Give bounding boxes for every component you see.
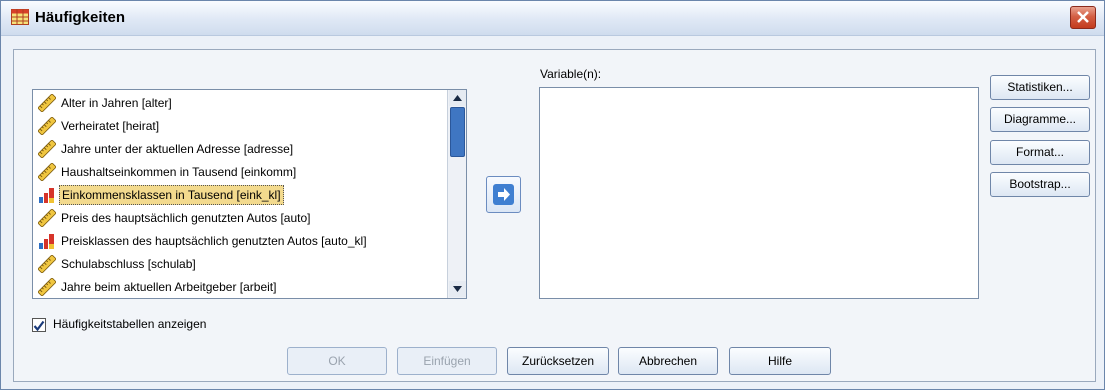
target-variable-list[interactable] [539, 87, 979, 299]
list-item[interactable]: Preisklassen des hauptsächlich genutzten… [35, 230, 445, 252]
ordinal-bars-icon [38, 186, 56, 204]
help-button[interactable]: Hilfe [729, 347, 831, 375]
list-item[interactable]: Alter in Jahren [alter] [35, 92, 445, 114]
title-bar[interactable]: Häufigkeiten [1, 1, 1104, 36]
list-item-label: Jahre unter der aktuellen Adresse [adres… [61, 142, 294, 156]
dialog-title: Häufigkeiten [35, 9, 126, 26]
source-variable-list[interactable]: Alter in Jahren [alter] Verheiratet [heir… [32, 89, 467, 299]
statistics-button[interactable]: Statistiken... [990, 75, 1090, 100]
show-frequency-tables-label: Häufigkeitstabellen anzeigen [53, 317, 207, 331]
ok-button[interactable]: OK [287, 347, 387, 375]
format-button[interactable]: Format... [990, 140, 1090, 165]
scroll-down-button[interactable] [449, 281, 466, 297]
scroll-up-button[interactable] [449, 90, 466, 106]
list-item-label: Jahre beim aktuellen Arbeitgeber [arbeit… [61, 280, 277, 294]
arrow-right-icon [493, 184, 514, 205]
ordinal-bars-icon [38, 232, 56, 250]
list-item-label: Preis des hauptsächlich genutzten Autos … [61, 211, 311, 225]
close-icon [1077, 11, 1089, 23]
frequencies-dialog: Häufigkeiten Alter in Jahren [alter] Verh… [0, 0, 1105, 390]
move-to-target-button[interactable] [486, 176, 521, 213]
ruler-icon [37, 162, 57, 182]
arrow-up-icon [453, 95, 462, 101]
list-item[interactable]: Verheiratet [heirat] [35, 115, 445, 137]
arrow-down-icon [453, 286, 462, 292]
list-item-label: Haushaltseinkommen in Tausend [einkomm] [61, 165, 297, 179]
vertical-scrollbar[interactable] [447, 90, 466, 298]
list-item[interactable]: Schulabschluss [schulab] [35, 253, 445, 275]
show-frequency-tables-checkbox[interactable] [32, 318, 46, 332]
ruler-icon [37, 116, 57, 136]
list-item-label: Preisklassen des hauptsächlich genutzten… [61, 234, 367, 248]
close-button[interactable] [1070, 6, 1096, 29]
paste-button[interactable]: Einfügen [397, 347, 497, 375]
table-icon [11, 9, 29, 25]
scroll-thumb[interactable] [450, 107, 465, 157]
ruler-icon [37, 277, 57, 297]
list-item[interactable]: Preis des hauptsächlich genutzten Autos … [35, 207, 445, 229]
list-item[interactable]: Jahre unter der aktuellen Adresse [adres… [35, 138, 445, 160]
list-item[interactable]: Haushaltseinkommen in Tausend [einkomm] [35, 161, 445, 183]
bootstrap-button[interactable]: Bootstrap... [990, 172, 1090, 197]
list-item[interactable]: Einkommensklassen in Tausend [eink_kl] [35, 184, 445, 206]
cancel-button[interactable]: Abbrechen [618, 347, 718, 375]
target-list-label: Variable(n): [540, 67, 602, 81]
list-item-label: Einkommensklassen in Tausend [eink_kl] [59, 185, 284, 205]
ruler-icon [37, 254, 57, 274]
list-item-label: Schulabschluss [schulab] [61, 257, 196, 271]
list-item-label: Verheiratet [heirat] [61, 119, 160, 133]
list-item[interactable]: Jahre beim aktuellen Arbeitgeber [arbeit… [35, 276, 445, 298]
list-item-label: Alter in Jahren [alter] [61, 96, 172, 110]
charts-button[interactable]: Diagramme... [990, 107, 1090, 132]
reset-button[interactable]: Zurücksetzen [507, 347, 609, 375]
ruler-icon [37, 139, 57, 159]
checkmark-icon [33, 320, 45, 332]
ruler-icon [37, 93, 57, 113]
ruler-icon [37, 208, 57, 228]
